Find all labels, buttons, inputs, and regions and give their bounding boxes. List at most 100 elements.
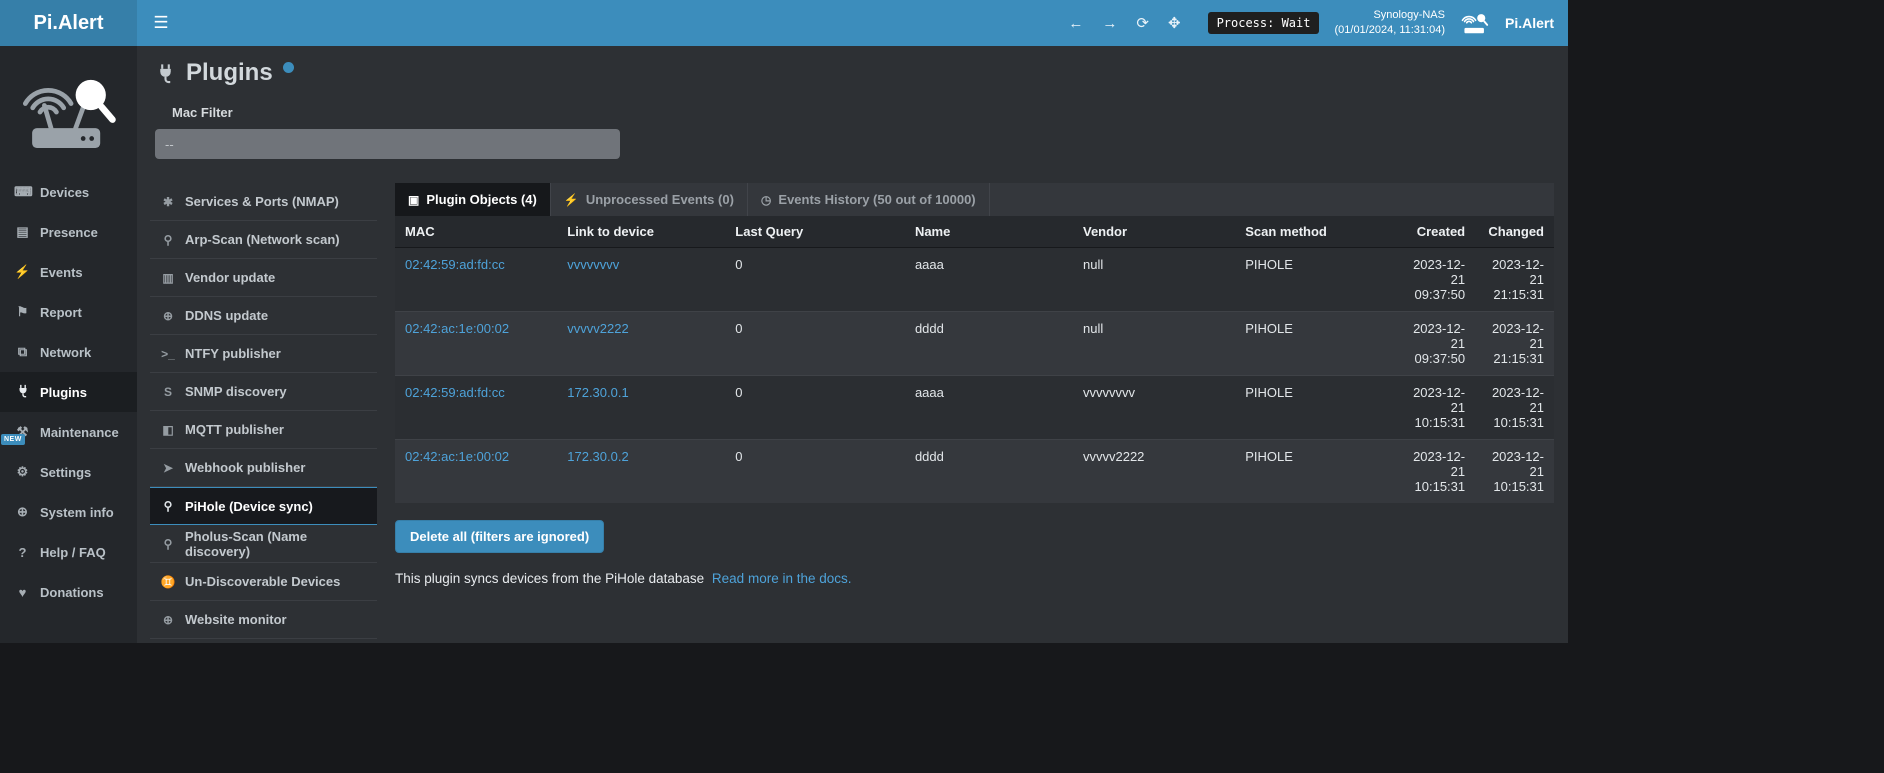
plugin-nav-item-website-monitor[interactable]: ⊕ Website monitor [150, 601, 377, 639]
mac-link[interactable]: 02:42:ac:1e:00:02 [405, 449, 509, 464]
scan-method-cell: PIHOLE [1235, 376, 1391, 440]
sidebar-item-devices[interactable]: ⌨ Devices [0, 172, 137, 212]
sidebar-item-network[interactable]: ⧉ Network [0, 332, 137, 372]
sidebar-item-events[interactable]: ⚡ Events [0, 252, 137, 292]
send-icon: ➤ [160, 461, 176, 475]
globe-icon: ⊕ [160, 309, 176, 323]
calendar-icon: ▤ [14, 224, 31, 240]
column-header: Link to device [557, 216, 725, 248]
plugin-nav-item-vendor-update[interactable]: ▥ Vendor update [150, 259, 377, 297]
plugin-nav-item-ntfy[interactable]: >_ NTFY publisher [150, 335, 377, 373]
info-badge[interactable] [283, 62, 294, 73]
docs-link[interactable]: Read more in the docs. [712, 571, 852, 586]
table-row: 02:42:59:ad:fd:cc 172.30.0.1 0 aaaa vvvv… [395, 376, 1554, 440]
devices-icon: ⌨ [14, 184, 31, 200]
plugin-nav-item-pihole[interactable]: ⚲ PiHole (Device sync) [150, 487, 377, 525]
sidebar-item-label: Settings [40, 465, 91, 480]
cube-icon: ▣ [408, 193, 419, 207]
plugin-nav-label: Website monitor [185, 612, 287, 627]
last-query-cell: 0 [725, 376, 905, 440]
device-link[interactable]: vvvvv2222 [567, 321, 628, 336]
sidebar-item-report[interactable]: ⚑ Report [0, 292, 137, 332]
device-link[interactable]: vvvvvvvv [567, 257, 619, 272]
app-window: Pi.Alert ☰ ← → ⟳ ✥ Process: Wait Synolog… [0, 0, 1568, 643]
host-name: Synology-NAS [1334, 8, 1445, 23]
plugin-nav-label: PiHole (Device sync) [185, 499, 313, 514]
refresh-icon[interactable]: ⟳ [1134, 14, 1151, 32]
sidebar-item-settings[interactable]: ⚙ Settings [0, 452, 137, 492]
plugin-nav-item-pholus-scan[interactable]: ⚲ Pholus-Scan (Name discovery) [150, 525, 377, 563]
plugin-nav-item-snmp[interactable]: S SNMP discovery [150, 373, 377, 411]
network-icon: ⧉ [14, 344, 31, 360]
tab-unprocessed-events[interactable]: ⚡ Unprocessed Events (0) [551, 183, 748, 216]
search-icon: ⚲ [160, 499, 176, 513]
plugin-nav-item-webhook[interactable]: ➤ Webhook publisher [150, 449, 377, 487]
device-link[interactable]: 172.30.0.1 [567, 385, 628, 400]
tab-plugin-objects[interactable]: ▣ Plugin Objects (4) [395, 183, 551, 216]
scan-method-cell: PIHOLE [1235, 440, 1391, 504]
move-icon[interactable]: ✥ [1166, 14, 1183, 32]
sidebar-item-plugins[interactable]: Plugins [0, 372, 137, 412]
plugin-nav-label: SNMP discovery [185, 384, 287, 399]
question-icon: ? [14, 545, 31, 560]
plugin-description: This plugin syncs devices from the PiHol… [395, 571, 1554, 586]
tab-events-history[interactable]: ◷ Events History (50 out of 10000) [748, 183, 990, 216]
tab-bar: ▣ Plugin Objects (4) ⚡ Unprocessed Event… [395, 183, 1554, 216]
column-header: Scan method [1235, 216, 1391, 248]
vendor-cell: vvvvv2222 [1073, 440, 1235, 504]
topbar: Pi.Alert ☰ ← → ⟳ ✥ Process: Wait Synolog… [0, 0, 1568, 46]
plugin-nav: ✱ Services & Ports (NMAP) ⚲ Arp-Scan (Ne… [150, 183, 377, 639]
changed-cell: 2023-12-21 21:15:31 [1475, 248, 1554, 312]
created-cell: 2023-12-21 10:15:31 [1392, 376, 1475, 440]
page-title: Plugins [186, 60, 273, 86]
tab-label: Unprocessed Events (0) [586, 192, 734, 207]
search-icon: ⚲ [160, 537, 176, 551]
column-header: Name [905, 216, 1073, 248]
column-header: Last Query [725, 216, 905, 248]
clock-icon: ◷ [761, 193, 771, 207]
name-cell: dddd [905, 312, 1073, 376]
sidebar-item-label: Presence [40, 225, 98, 240]
menu-toggle-icon[interactable]: ☰ [137, 0, 185, 46]
globe-icon: ⊕ [160, 613, 176, 627]
sidebar-item-presence[interactable]: ▤ Presence [0, 212, 137, 252]
plugin-nav-item-undiscoverable[interactable]: ♊ Un-Discoverable Devices [150, 563, 377, 601]
sidebar-item-label: Maintenance [40, 425, 119, 440]
plug-icon [155, 63, 176, 89]
tab-label: Events History (50 out of 10000) [778, 192, 975, 207]
column-header: Changed [1475, 216, 1554, 248]
mac-link[interactable]: 02:42:59:ad:fd:cc [405, 257, 505, 272]
table-row: 02:42:ac:1e:00:02 vvvvv2222 0 dddd null … [395, 312, 1554, 376]
sidebar-item-label: Events [40, 265, 83, 280]
topbar-right: ← → ⟳ ✥ Process: Wait Synology-NAS (01/0… [1066, 0, 1568, 46]
sidebar-item-donations[interactable]: ♥ Donations [0, 572, 137, 612]
last-query-cell: 0 [725, 248, 905, 312]
plugin-objects-table: MAC Link to device Last Query Name Vendo… [395, 216, 1554, 503]
plugin-nav-item-arp-scan[interactable]: ⚲ Arp-Scan (Network scan) [150, 221, 377, 259]
plugin-nav-item-mqtt[interactable]: ◧ MQTT publisher [150, 411, 377, 449]
heart-icon: ♥ [14, 585, 31, 600]
main-content: Plugins Mac Filter ✱ Services & Ports (N… [137, 46, 1568, 643]
flag-icon: ⚑ [14, 304, 31, 320]
vendor-cell: null [1073, 248, 1235, 312]
sidebar-item-help-faq[interactable]: ? Help / FAQ [0, 532, 137, 572]
sidebar-item-system-info[interactable]: ⊕ System info [0, 492, 137, 532]
mac-link[interactable]: 02:42:ac:1e:00:02 [405, 321, 509, 336]
pialert-mini-logo-icon [1460, 10, 1490, 36]
sidebar-item-maintenance[interactable]: NEW ⚒ Maintenance [0, 412, 137, 452]
forward-icon[interactable]: → [1100, 15, 1119, 32]
changed-cell: 2023-12-21 10:15:31 [1475, 440, 1554, 504]
plugin-nav-item-nmap[interactable]: ✱ Services & Ports (NMAP) [150, 183, 377, 221]
delete-all-button[interactable]: Delete all (filters are ignored) [395, 520, 604, 553]
back-icon[interactable]: ← [1066, 15, 1085, 32]
created-cell: 2023-12-21 10:15:31 [1392, 440, 1475, 504]
tab-label: Plugin Objects (4) [426, 192, 537, 207]
plugin-nav-label: Arp-Scan (Network scan) [185, 232, 340, 247]
plugin-nav-item-ddns-update[interactable]: ⊕ DDNS update [150, 297, 377, 335]
mac-filter-input[interactable] [155, 129, 620, 159]
sidebar-item-label: Network [40, 345, 91, 360]
mac-link[interactable]: 02:42:59:ad:fd:cc [405, 385, 505, 400]
scan-method-cell: PIHOLE [1235, 312, 1391, 376]
device-link[interactable]: 172.30.0.2 [567, 449, 628, 464]
last-query-cell: 0 [725, 440, 905, 504]
